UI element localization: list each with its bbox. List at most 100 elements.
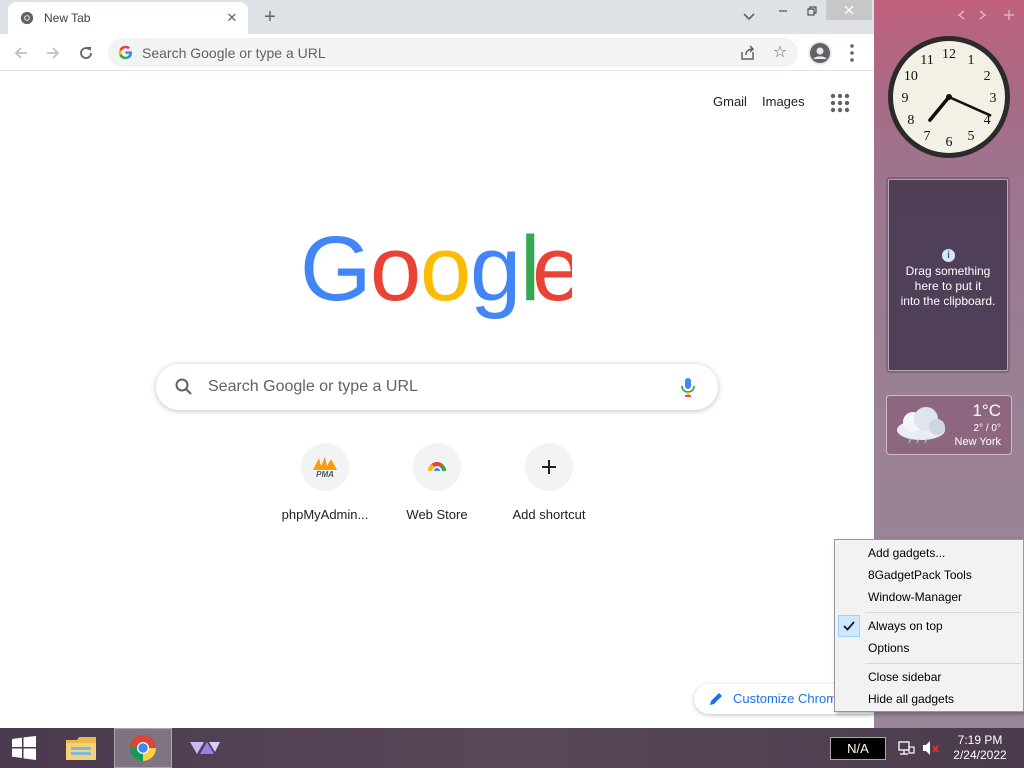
shortcut-phpmyadmin[interactable]: PMA phpMyAdmin... (269, 443, 381, 533)
menu-kebab-icon[interactable] (842, 42, 862, 64)
gmail-link[interactable]: Gmail (713, 94, 747, 109)
search-box[interactable]: Search Google or type a URL (156, 364, 718, 410)
chrome-icon (20, 11, 34, 25)
back-button[interactable] (8, 40, 34, 66)
reload-icon (80, 47, 92, 59)
taskbar-app[interactable] (176, 728, 234, 768)
info-icon: i (942, 249, 955, 262)
tab-search-icon[interactable] (740, 8, 758, 26)
menu-separator (865, 663, 1021, 664)
logo-letter: g (470, 232, 521, 320)
clipboard-gadget[interactable]: i Drag something here to put it into the… (888, 179, 1008, 371)
taskbar: N/A 7:19 PM 2/24/2022 (0, 728, 1024, 768)
sidebar-context-menu: Add gadgets... 8GadgetPack Tools Window-… (834, 539, 1024, 712)
web-store-icon (427, 462, 447, 475)
minimize-button[interactable] (768, 0, 798, 22)
weather-temperature: 1°C (972, 401, 1001, 420)
shortcut-web-store[interactable]: Web Store (381, 443, 493, 533)
clock-numeral: 6 (946, 135, 953, 150)
search-icon (175, 378, 192, 395)
clock-date: 2/24/2022 (953, 748, 1007, 762)
clock-numeral: 12 (942, 47, 956, 62)
taskbar-file-explorer[interactable] (52, 728, 110, 768)
menu-item-label: Always on top (868, 619, 943, 633)
search-placeholder: Search Google or type a URL (208, 378, 418, 395)
forward-button[interactable] (40, 40, 66, 66)
apps-grid-icon[interactable] (829, 92, 851, 114)
shortcut-label: Web Store (406, 507, 468, 522)
weather-city: New York (954, 436, 1001, 448)
logo-letter: G (300, 232, 372, 320)
images-link[interactable]: Images (762, 94, 805, 109)
person-icon (810, 43, 830, 63)
taskbar-chrome[interactable] (114, 728, 172, 768)
close-window-button[interactable] (826, 0, 872, 20)
shortcut-label: Add shortcut (512, 507, 586, 522)
menu-item-close-sidebar[interactable]: Close sidebar (835, 666, 1023, 688)
menu-item-label: Close sidebar (868, 670, 942, 684)
chevron-right-icon[interactable] (979, 10, 987, 20)
browser-toolbar: Search Google or type a URL ☆ (0, 34, 874, 71)
restore-button[interactable] (800, 0, 824, 22)
share-icon[interactable] (738, 43, 758, 63)
tab-strip: New Tab ✕ + (0, 0, 874, 34)
checkmark-icon (838, 615, 860, 637)
start-button[interactable] (4, 733, 44, 763)
plus-icon (542, 460, 556, 474)
menu-item-label: Window-Manager (868, 590, 963, 604)
address-bar-placeholder: Search Google or type a URL (142, 45, 326, 61)
tab-title: New Tab (44, 11, 91, 25)
menu-item-window-manager[interactable]: Window-Manager (835, 586, 1023, 608)
windows-logo-icon (12, 736, 36, 760)
menu-separator (865, 612, 1021, 613)
shortcut-tile (525, 443, 573, 491)
sidebar-controls[interactable] (952, 8, 1022, 22)
menu-item-add-gadgets[interactable]: Add gadgets... (835, 542, 1023, 564)
new-tab-button[interactable]: + (258, 5, 282, 29)
app-triangles-icon (190, 742, 220, 754)
network-icon[interactable] (897, 740, 915, 756)
customize-chrome-label: Customize Chrome (733, 691, 845, 706)
tray-indicator[interactable]: N/A (830, 737, 886, 760)
clipboard-hint-line: Drag something (905, 264, 991, 278)
chevron-left-icon[interactable] (957, 10, 965, 20)
microphone-icon[interactable] (678, 376, 698, 398)
tab-new-tab[interactable]: New Tab ✕ (8, 2, 248, 34)
arrow-right-icon (47, 47, 60, 59)
clock-gadget[interactable]: 12 1234567891011 (886, 34, 1012, 160)
tab-close-icon[interactable]: ✕ (222, 8, 242, 28)
clock-numeral: 11 (920, 53, 933, 68)
menu-item-label: Add gadgets... (868, 546, 946, 560)
clipboard-hint-line: into the clipboard. (900, 294, 996, 308)
pencil-icon (710, 693, 722, 705)
system-clock[interactable]: 7:19 PM 2/24/2022 (950, 733, 1010, 763)
menu-item-always-on-top[interactable]: Always on top (835, 615, 1023, 637)
menu-item-label: Options (868, 641, 910, 655)
close-icon (844, 5, 854, 15)
reload-button[interactable] (73, 40, 99, 66)
menu-item-hide-gadgets[interactable]: Hide all gadgets (835, 688, 1023, 710)
clock-numeral: 5 (968, 129, 975, 144)
volume-muted-icon[interactable] (922, 740, 940, 756)
weather-gadget[interactable]: 1°C 2° / 0° New York (886, 395, 1012, 455)
shortcut-add[interactable]: Add shortcut (493, 443, 605, 533)
menu-item-options[interactable]: Options (835, 637, 1023, 659)
clock-numeral: 7 (924, 129, 931, 144)
plus-icon[interactable] (1004, 10, 1014, 20)
clock-numeral: 2 (984, 69, 991, 84)
logo-letter: o (370, 232, 421, 320)
bookmark-star-icon[interactable]: ☆ (770, 42, 790, 62)
logo-letter: o (420, 232, 471, 320)
cloud-icon (897, 407, 945, 444)
menu-item-tools[interactable]: 8GadgetPack Tools (835, 564, 1023, 586)
google-logo: G o o g l e (300, 232, 572, 320)
logo-letter: e (532, 232, 572, 320)
menu-item-label: 8GadgetPack Tools (868, 568, 972, 582)
pma-icon: PMA (313, 457, 337, 478)
clock-numeral: 3 (990, 91, 997, 106)
shortcut-tile: PMA (301, 443, 349, 491)
clipboard-hint-line: here to put it (914, 279, 982, 293)
address-bar[interactable]: Search Google or type a URL ☆ (108, 38, 798, 67)
clock-numeral: 9 (902, 91, 909, 106)
profile-avatar[interactable] (808, 41, 832, 65)
